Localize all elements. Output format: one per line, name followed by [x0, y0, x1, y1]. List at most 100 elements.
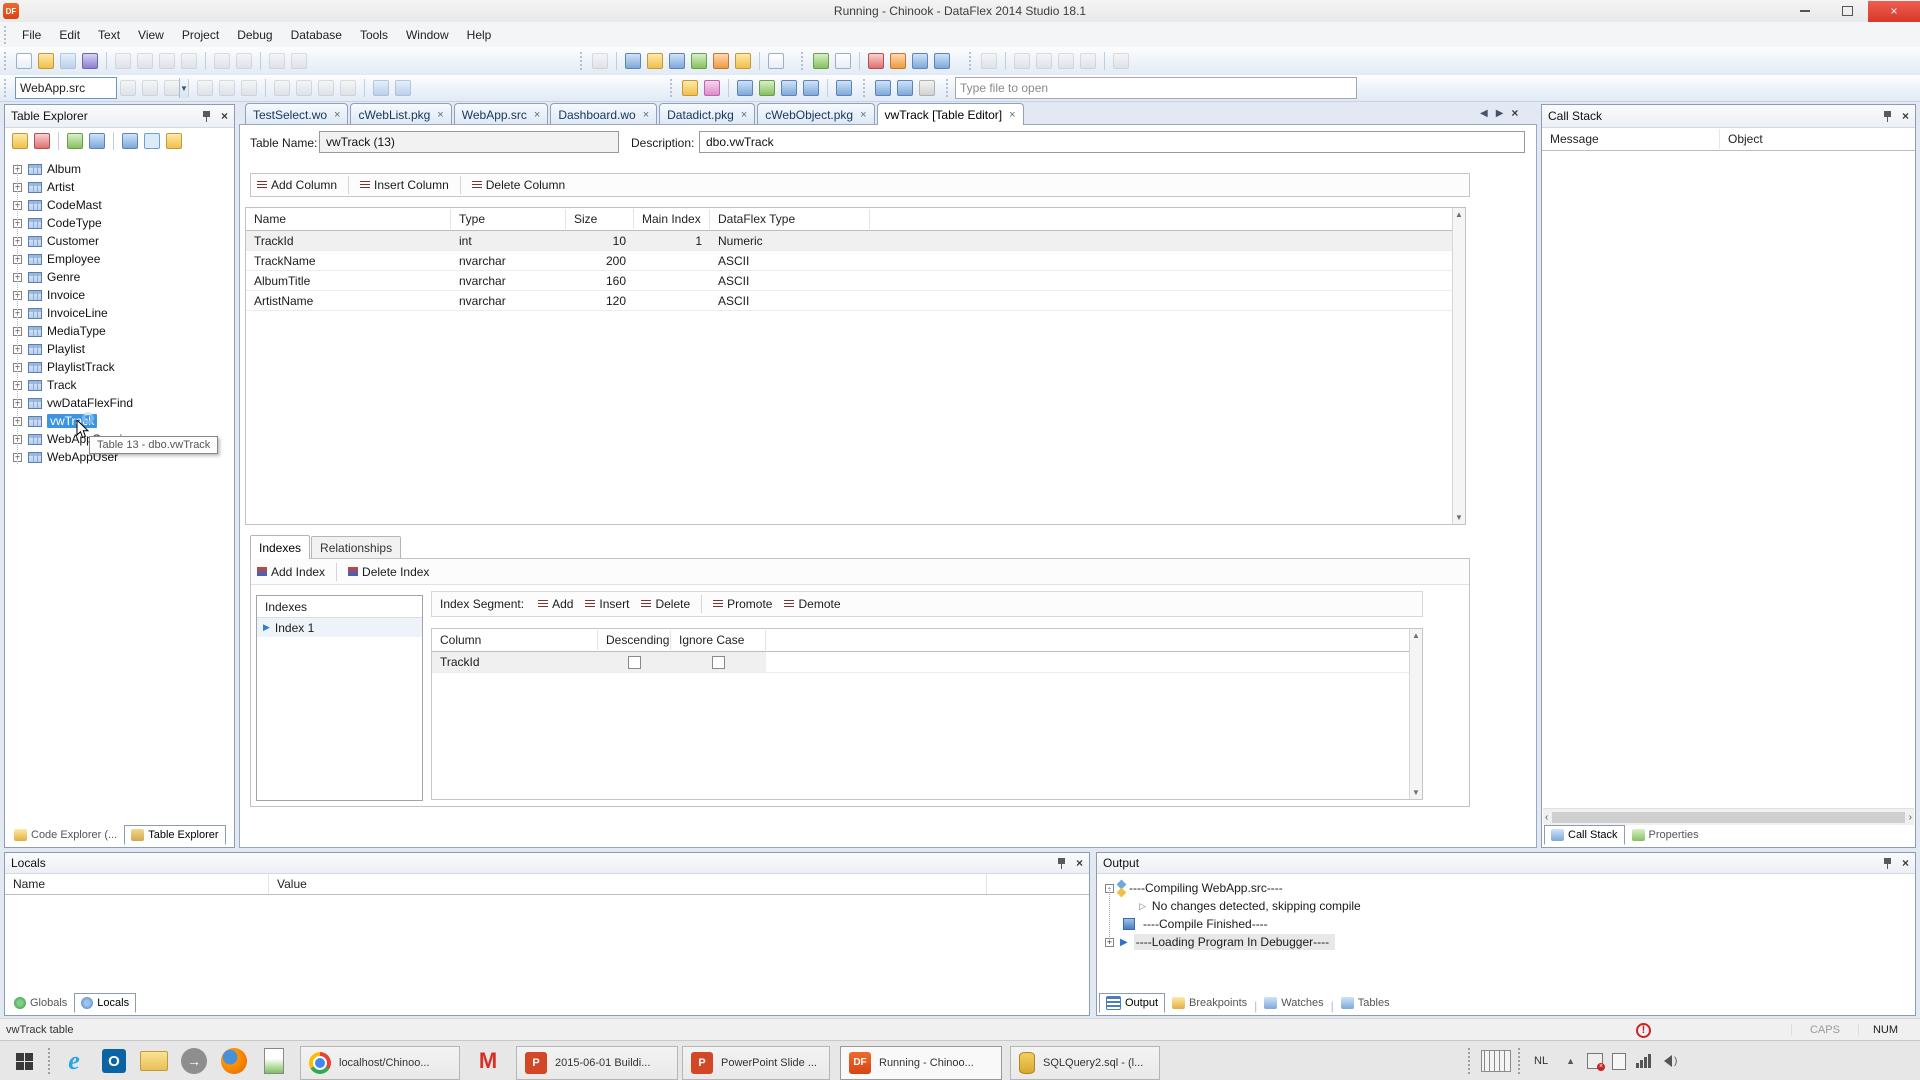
trace-pause-icon[interactable] [1080, 53, 1096, 69]
tab-close-icon[interactable]: × [334, 109, 340, 121]
tab-close-icon[interactable]: × [437, 109, 443, 121]
show-next-statement-icon[interactable] [340, 80, 356, 96]
edit-table-icon[interactable] [67, 133, 83, 149]
output-row-compiling[interactable]: - ----Compiling WebApp.src---- [1105, 879, 1915, 897]
notes-app-button[interactable] [254, 1041, 294, 1080]
grid-vertical-scrollbar[interactable]: ▲ ▼ [1452, 208, 1465, 524]
tab-scroll-left-icon[interactable]: ◀ [1480, 108, 1488, 119]
index-1-item[interactable]: ▶ Index 1 [257, 618, 422, 637]
filter-icon[interactable] [166, 133, 182, 149]
sort-az-icon[interactable] [144, 133, 160, 149]
tab-call-stack[interactable]: Call Stack [1544, 825, 1625, 845]
grid-row-trackid[interactable]: TrackId int 10 1 Numeric [246, 231, 1465, 251]
tree-item-customer[interactable]: +Customer [5, 232, 234, 250]
sql-window-button[interactable]: SQLQuery2.sql - (l... [1010, 1046, 1160, 1080]
dashboard-icon[interactable] [625, 53, 641, 69]
org-chart-icon[interactable] [669, 53, 685, 69]
run-to-cursor-icon[interactable] [274, 80, 290, 96]
step-into-icon[interactable] [197, 80, 213, 96]
tab-cwebobject[interactable]: cWebObject.pkg× [757, 103, 874, 125]
segment-promote-button[interactable]: Promote [707, 592, 778, 616]
tab-dashboard[interactable]: Dashboard.wo× [550, 103, 657, 125]
restart-icon[interactable] [296, 80, 312, 96]
tab-list-close-icon[interactable]: × [1511, 106, 1518, 120]
window-list-icon[interactable] [934, 53, 950, 69]
minimize-button[interactable] [1784, 1, 1826, 22]
tab-vwtrack-table-editor[interactable]: vwTrack [Table Editor]× [877, 103, 1024, 125]
action-center-icon[interactable]: × [1587, 1053, 1603, 1069]
cut-icon[interactable] [115, 53, 131, 69]
col-header-message[interactable]: Message [1542, 129, 1720, 149]
tree-item-vwdataflexfind[interactable]: +vwDataFlexFind [5, 394, 234, 412]
call-stack-hscrollbar[interactable]: ‹ › [1543, 808, 1914, 825]
tab-datadict[interactable]: Datadict.pkg× [659, 103, 755, 125]
tab-close-icon[interactable]: × [860, 109, 866, 121]
outlook-button[interactable]: O [94, 1041, 134, 1080]
tree-item-mediatype[interactable]: +MediaType [5, 322, 234, 340]
menu-edit[interactable]: Edit [50, 22, 89, 47]
col-header-object[interactable]: Object [1720, 129, 1915, 149]
chevron-down-icon[interactable]: ▼ [179, 78, 188, 98]
segment-demote-button[interactable]: Demote [778, 592, 846, 616]
touch-keyboard-button[interactable] [1474, 1041, 1518, 1080]
menu-view[interactable]: View [129, 22, 173, 47]
table-name-field[interactable] [319, 131, 619, 153]
stop-icon[interactable] [164, 80, 180, 96]
open-file-combo[interactable] [955, 77, 1357, 99]
tab-output[interactable]: Output [1099, 993, 1165, 1013]
menu-debug[interactable]: Debug [228, 22, 281, 47]
open-file-icon[interactable] [38, 53, 54, 69]
language-indicator[interactable]: NL [1534, 1055, 1548, 1067]
tray-expand-icon[interactable]: ▲ [1566, 1056, 1575, 1066]
step-over-icon[interactable] [219, 80, 235, 96]
panel-close-icon[interactable]: × [221, 109, 228, 123]
tab-globals[interactable]: Globals [7, 993, 74, 1013]
command-window-icon[interactable] [291, 53, 307, 69]
menu-window[interactable]: Window [397, 22, 458, 47]
powerpoint-window-button-1[interactable]: P 2015-06-01 Buildi... [516, 1046, 678, 1080]
col-header-column[interactable]: Column [432, 630, 598, 650]
table-viewer-icon[interactable] [897, 80, 913, 96]
maximize-button[interactable] [1826, 1, 1868, 22]
add-column-button[interactable]: Add Column [251, 174, 343, 196]
dataflex-window-button[interactable]: DF Running - Chinoo... [840, 1046, 1002, 1080]
col-header-name[interactable]: Name [246, 209, 451, 229]
database-key-icon[interactable] [919, 80, 935, 96]
tree-item-track[interactable]: +Track [5, 376, 234, 394]
tree-item-playlisttrack[interactable]: +PlaylistTrack [5, 358, 234, 376]
new-table-icon[interactable] [12, 133, 28, 149]
col-header-value[interactable]: Value [269, 874, 987, 894]
trace-start-icon[interactable] [1014, 53, 1030, 69]
tab-watches[interactable]: Watches [1257, 993, 1330, 1013]
undo-icon[interactable] [214, 53, 230, 69]
trace-next-icon[interactable] [1058, 53, 1074, 69]
new-file-icon[interactable] [16, 53, 32, 69]
segment-insert-button[interactable]: Insert [579, 592, 635, 616]
grid-row-artistname[interactable]: ArtistName nvarchar 120 ASCII [246, 291, 1465, 311]
menu-tools[interactable]: Tools [351, 22, 397, 47]
globals-panel-icon[interactable] [759, 80, 775, 96]
powerpoint-window-button-2[interactable]: P PowerPoint Slide ... [682, 1046, 830, 1080]
tree-item-invoiceline[interactable]: +InvoiceLine [5, 304, 234, 322]
insert-column-button[interactable]: Insert Column [354, 174, 455, 196]
watches-panel-icon[interactable] [781, 80, 797, 96]
tree-item-codetype[interactable]: +CodeType [5, 214, 234, 232]
todo-list-icon[interactable] [890, 53, 906, 69]
delete-index-button[interactable]: Delete Index [342, 559, 435, 584]
description-field[interactable] [699, 131, 1525, 153]
delete-icon[interactable] [181, 53, 197, 69]
output-row-loading-debugger[interactable]: + ▶ ----Loading Program In Debugger---- [1105, 933, 1915, 951]
tree-item-employee[interactable]: +Employee [5, 250, 234, 268]
scroll-left-icon[interactable]: ‹ [1545, 812, 1548, 823]
tree-item-codemast[interactable]: +CodeMast [5, 196, 234, 214]
menu-file[interactable]: File [13, 22, 50, 47]
panel-close-icon[interactable]: × [1902, 856, 1909, 870]
output-list-icon[interactable] [912, 53, 928, 69]
trace-stop-icon[interactable] [1113, 53, 1129, 69]
copy-icon[interactable] [137, 53, 153, 69]
color-palette-icon[interactable] [713, 53, 729, 69]
col-header-ignore-case[interactable]: Ignore Case [671, 630, 766, 650]
relationships-icon[interactable] [875, 80, 891, 96]
close-button[interactable]: × [1868, 1, 1920, 22]
grid-row-albumtitle[interactable]: AlbumTitle nvarchar 160 ASCII [246, 271, 1465, 291]
